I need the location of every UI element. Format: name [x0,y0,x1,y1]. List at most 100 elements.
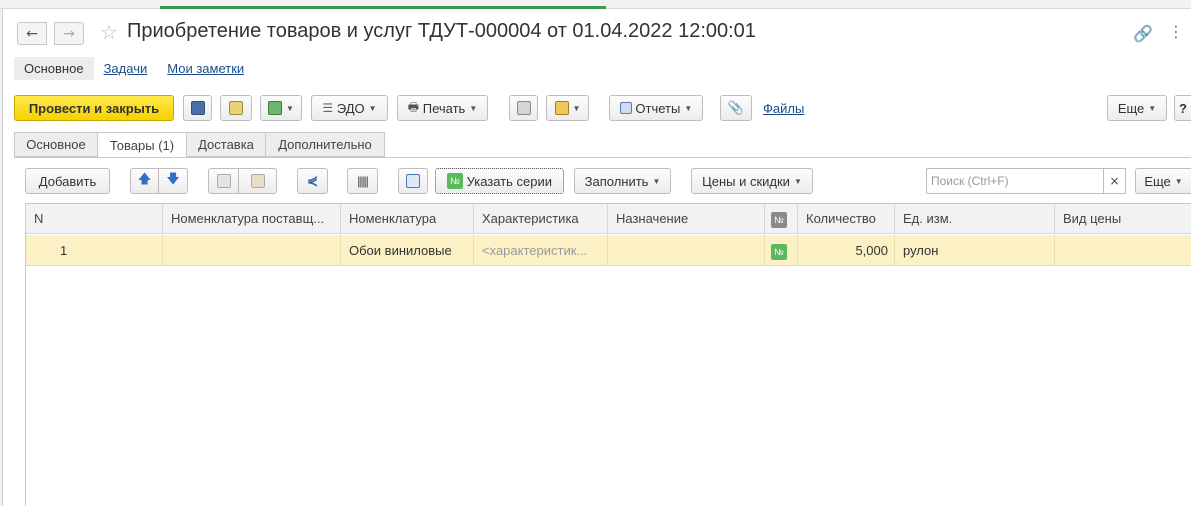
forward-button[interactable]: → [54,22,84,45]
caret-down-icon: ▼ [286,103,294,113]
post-document-icon [229,101,243,115]
cell-price-type[interactable] [1055,235,1191,266]
cell-n[interactable]: 1 [26,235,163,266]
add-button[interactable]: Добавить [25,168,110,194]
prices-discounts-button[interactable]: Цены и скидки ▼ [691,168,813,194]
column-header-unit[interactable]: Ед. изм. [895,204,1055,234]
reports-label: Отчеты [635,100,681,116]
paste-icon [250,174,265,188]
report-icon [619,102,632,114]
help-icon: ? [1179,100,1187,116]
column-header-n[interactable]: N [26,204,163,234]
edo-button[interactable]: ☰ ЭДО ▼ [311,95,388,121]
more-vertical-icon[interactable]: ⋮ [1168,22,1184,41]
attach-button[interactable]: 📎 [720,95,752,121]
tab-divider [14,157,1191,158]
barcode-button[interactable]: ||||| [347,168,378,194]
caret-down-icon: ▼ [793,176,802,186]
grid-more-button[interactable]: Еще ▼ [1135,168,1191,194]
clear-search-button[interactable]: × [1104,168,1126,194]
tab-delivery[interactable]: Доставка [186,132,266,157]
files-link[interactable]: Файлы [763,101,804,116]
create-based-on-button[interactable]: ▼ [260,95,302,121]
series-column-icon: № [771,211,787,228]
cell-purpose[interactable] [608,235,765,266]
fill-button[interactable]: Заполнить ▼ [574,168,671,194]
copy-icon [216,174,231,188]
column-header-item[interactable]: Номенклатура [341,204,474,234]
save-icon [190,101,205,115]
cell-quantity[interactable]: 5,000 [798,235,895,266]
search-input[interactable]: Поиск (Ctrl+F) [926,168,1104,194]
column-header-quantity[interactable]: Количество [798,204,895,234]
table-row[interactable]: 1 Обои виниловые <характеристик... № 5,0… [26,235,1191,266]
section-tab-tasks[interactable]: Задачи [104,57,148,80]
page-title: Приобретение товаров и услуг ТДУТ-000004… [127,20,756,42]
set-series-button[interactable]: № Указать серии [435,168,564,194]
caret-down-icon: ▼ [1174,176,1183,186]
arrow-left-icon: ← [26,25,38,42]
cell-series[interactable]: № [765,235,798,266]
checklist-icon [406,174,420,188]
help-button[interactable]: ? [1174,95,1191,121]
save-button[interactable] [183,95,212,121]
arrow-right-icon: → [63,25,75,42]
section-tab-main[interactable]: Основное [14,56,94,80]
move-down-button[interactable]: 🡇 [158,168,188,194]
arrow-up-icon: 🡅 [137,171,152,186]
column-header-price-type[interactable]: Вид цены [1055,204,1191,234]
caret-down-icon: ▼ [1148,103,1157,113]
column-header-purpose[interactable]: Назначение [608,204,765,234]
move-up-button[interactable]: 🡅 [130,168,159,194]
section-tab-notes[interactable]: Мои заметки [167,57,244,80]
print-button[interactable]: 🖶 Печать ▼ [397,95,488,121]
list-icon [516,101,531,115]
section-tabs: Основное Задачи Мои заметки [14,56,254,80]
post-button[interactable] [220,95,252,121]
reports-button[interactable]: Отчеты ▼ [609,95,703,121]
cell-supplier-item[interactable] [163,235,341,266]
grid-more-label: Еще [1144,173,1171,189]
document-gear-icon [554,101,569,115]
caret-down-icon: ▼ [368,103,377,113]
create-based-icon [268,101,283,115]
paperclip-icon: 📎 [727,100,745,115]
tab-goods[interactable]: Товары (1) [97,132,187,158]
link-icon[interactable]: 🔗 [1133,24,1153,43]
caret-down-icon: ▼ [469,103,478,113]
column-header-characteristic[interactable]: Характеристика [474,204,608,234]
goods-table: N Номенклатура поставщ... Номенклатура Х… [25,203,1191,506]
active-window-tab-indicator [160,6,606,9]
edo-icon: ☰ [322,101,334,115]
print-label: Печать [422,100,466,116]
split-icon: ⋞ [307,173,318,188]
window-tab-strip [0,0,1191,9]
more-button[interactable]: Еще ▼ [1107,95,1167,121]
cell-characteristic[interactable]: <характеристик... [474,235,608,266]
left-panel-edge [0,9,3,506]
table-header: N Номенклатура поставщ... Номенклатура Х… [26,204,1191,234]
series-set-icon: № [771,243,787,260]
back-button[interactable]: ← [17,22,47,45]
select-items-button[interactable] [398,168,428,194]
favorite-star-icon[interactable]: ☆ [100,20,118,44]
column-header-supplier-item[interactable]: Номенклатура поставщ... [163,204,341,234]
arrow-down-icon: 🡇 [166,171,180,186]
document-settings-button[interactable]: ▼ [546,95,589,121]
document-list-button[interactable] [509,95,538,121]
tab-main[interactable]: Основное [14,132,98,157]
split-row-button[interactable]: ⋞ [297,168,328,194]
more-label: Еще [1117,100,1145,116]
fill-label: Заполнить [584,173,649,189]
paste-row-button[interactable] [238,168,277,194]
cell-unit[interactable]: рулон [895,235,1055,266]
printer-icon: 🖶 [407,99,420,114]
barcode-icon: ||||| [357,174,369,188]
cell-item[interactable]: Обои виниловые [341,235,474,266]
prices-discounts-label: Цены и скидки [702,173,790,189]
caret-down-icon: ▼ [572,103,581,113]
tab-additional[interactable]: Дополнительно [265,132,385,157]
copy-row-button[interactable] [208,168,239,194]
column-header-series[interactable]: № [765,204,798,234]
post-and-close-button[interactable]: Провести и закрыть [14,95,174,121]
